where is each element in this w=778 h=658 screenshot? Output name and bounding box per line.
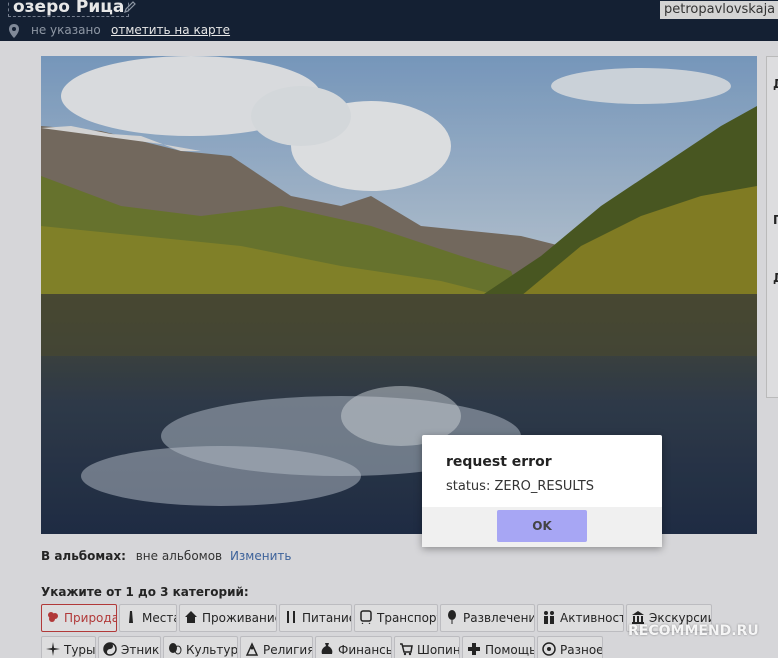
train-icon bbox=[360, 610, 372, 624]
watermark: RECOMMEND.RU bbox=[628, 623, 759, 639]
circle-question-icon bbox=[542, 642, 556, 656]
category-mesta[interactable]: Места bbox=[119, 604, 177, 632]
side-label-2: П bbox=[773, 213, 778, 227]
masks-icon bbox=[169, 643, 182, 655]
category-label: Питание bbox=[302, 611, 352, 625]
albums-row: В альбомах: вне альбомов Изменить bbox=[41, 549, 291, 563]
category-label: Места bbox=[142, 611, 177, 625]
category-razvlecheniya[interactable]: Развлечения bbox=[440, 604, 535, 632]
details-side-panel: Д П Д bbox=[766, 56, 778, 398]
category-label: Транспорт bbox=[377, 611, 438, 625]
cutlery-icon bbox=[287, 611, 295, 623]
dialog-title: request error bbox=[446, 454, 552, 470]
category-label: Религия bbox=[263, 643, 313, 657]
category-pitanie[interactable]: Питание bbox=[279, 604, 352, 632]
moneybag-icon bbox=[321, 643, 333, 654]
category-label: Этника bbox=[121, 643, 160, 657]
category-etnika[interactable]: Этника bbox=[98, 636, 161, 658]
category-shoping[interactable]: Шопинг bbox=[394, 636, 460, 658]
category-label: Культура bbox=[186, 643, 238, 657]
balloon-icon bbox=[448, 610, 456, 624]
categories-title: Укажите от 1 до 3 категорий: bbox=[41, 585, 249, 599]
category-label: Развлечения bbox=[463, 611, 534, 625]
house-icon bbox=[185, 611, 197, 623]
category-pomoshch[interactable]: Помощь bbox=[462, 636, 535, 658]
category-aktivnost[interactable]: Активность bbox=[537, 604, 624, 632]
flower-icon bbox=[48, 612, 58, 622]
category-label: Финансы bbox=[338, 643, 392, 657]
category-label: Помощь bbox=[485, 643, 535, 657]
category-kultura[interactable]: Культура bbox=[163, 636, 238, 658]
side-label-3: Д bbox=[773, 271, 778, 285]
category-priroda[interactable]: Природа bbox=[41, 604, 117, 632]
albums-change-link[interactable]: Изменить bbox=[230, 549, 292, 563]
albums-label: В альбомах: bbox=[41, 549, 126, 563]
side-label-1: Д bbox=[773, 77, 778, 91]
religion-icon bbox=[245, 642, 259, 656]
cart-icon bbox=[400, 643, 413, 656]
museum-icon bbox=[632, 611, 644, 624]
category-label: Природа bbox=[64, 611, 117, 625]
plus-icon bbox=[468, 643, 480, 655]
yin-yang-icon bbox=[103, 642, 117, 656]
error-dialog: request error status: ZERO_RESULTS OK bbox=[422, 435, 662, 547]
top-bar: озеро Рица petropavlovskaja не указано о… bbox=[0, 0, 778, 41]
category-label: Шопинг bbox=[417, 643, 460, 657]
pencil-icon[interactable] bbox=[123, 0, 137, 14]
dialog-footer: OK bbox=[422, 507, 662, 547]
people-icon bbox=[544, 611, 554, 624]
map-link[interactable]: отметить на карте bbox=[111, 23, 230, 37]
tower-icon bbox=[129, 611, 133, 623]
category-transport[interactable]: Транспорт bbox=[354, 604, 438, 632]
category-label: Разное bbox=[560, 643, 603, 657]
category-label: Туры bbox=[64, 643, 96, 657]
dialog-message: status: ZERO_RESULTS bbox=[446, 479, 595, 494]
category-prozhivanie[interactable]: Проживание bbox=[179, 604, 277, 632]
location-value: не указано bbox=[31, 23, 101, 37]
page-title[interactable]: озеро Рица bbox=[8, 0, 130, 17]
albums-value: вне альбомов bbox=[135, 549, 223, 563]
category-raznoe[interactable]: Разное bbox=[537, 636, 603, 658]
category-finansy[interactable]: Финансы bbox=[315, 636, 392, 658]
category-religiya[interactable]: Религия bbox=[240, 636, 313, 658]
ok-button[interactable]: OK bbox=[497, 510, 587, 542]
compass-icon bbox=[46, 642, 60, 656]
category-tury[interactable]: Туры bbox=[41, 636, 96, 658]
location-pin-icon bbox=[9, 24, 19, 38]
category-label: Активность bbox=[560, 611, 623, 625]
username-badge[interactable]: petropavlovskaja bbox=[660, 1, 778, 19]
category-label: Проживание bbox=[202, 611, 277, 625]
